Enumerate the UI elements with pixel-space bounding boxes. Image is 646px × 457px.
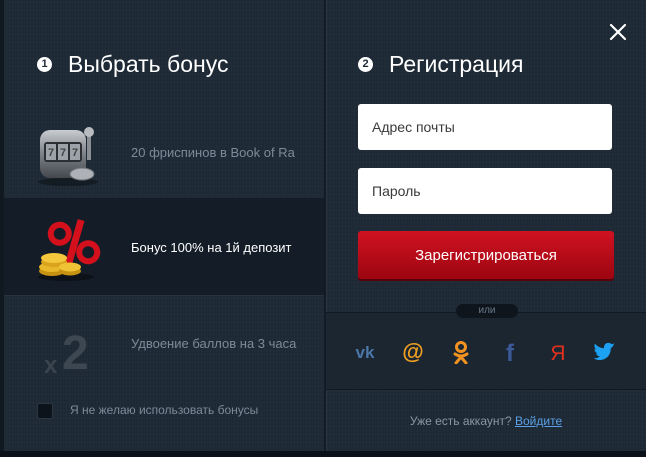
password-field[interactable] (358, 168, 612, 214)
svg-text:f: f (506, 340, 515, 364)
svg-text:7: 7 (72, 147, 78, 159)
email-field[interactable] (358, 104, 612, 150)
bonus-option-double-points[interactable]: x 2 Удвоение баллов на 3 часа (4, 295, 324, 391)
bonus-label: Удвоение баллов на 3 часа (131, 335, 297, 351)
svg-text:Я: Я (550, 342, 565, 364)
registration-modal: 1 Выбрать бонус 7 7 7 20 фриспинов в Boo… (0, 0, 646, 457)
no-bonus-checkbox[interactable] (37, 403, 53, 419)
svg-text:x: x (44, 352, 58, 377)
slot-machine-icon: 7 7 7 (34, 120, 104, 186)
modal-frame-bottom (0, 451, 646, 457)
yandex-icon[interactable]: Я (545, 340, 571, 364)
or-separator: или (456, 304, 518, 318)
bonus-label: Бонус 100% на 1й депозит (131, 239, 292, 255)
svg-text:7: 7 (48, 147, 54, 159)
login-prompt-text: Уже есть аккаунт? (409, 414, 512, 428)
percent-coins-icon (34, 215, 104, 281)
login-link[interactable]: Войдите (515, 414, 562, 428)
registration-section-title: Регистрация (389, 51, 524, 77)
register-button[interactable]: Зарегистрироваться (358, 231, 614, 279)
facebook-icon[interactable]: f (497, 340, 523, 364)
mail-ru-icon[interactable]: @ (400, 340, 426, 364)
login-prompt: Уже есть аккаунт? Войдите (326, 414, 646, 428)
svg-text:vk: vk (356, 344, 375, 360)
step-number-1: 1 (37, 57, 52, 72)
bonus-section-title: Выбрать бонус (68, 51, 229, 77)
svg-text:7: 7 (60, 147, 66, 159)
twitter-icon[interactable] (592, 340, 618, 364)
bonus-option-freespins[interactable]: 7 7 7 20 фриспинов в Book of Ra (4, 104, 324, 200)
bonus-label: 20 фриспинов в Book of Ra (131, 144, 295, 160)
svg-text:@: @ (402, 340, 423, 364)
bonus-option-deposit[interactable]: Бонус 100% на 1й депозит (4, 199, 324, 295)
odnoklassniki-icon[interactable] (448, 340, 474, 364)
vk-icon[interactable]: vk (352, 340, 378, 364)
step-number-2: 2 (358, 57, 373, 72)
no-bonus-label: Я не желаю использовать бонусы (70, 403, 259, 417)
x2-icon: x 2 (34, 311, 104, 380)
close-icon[interactable] (606, 20, 630, 44)
svg-text:2: 2 (62, 327, 89, 377)
